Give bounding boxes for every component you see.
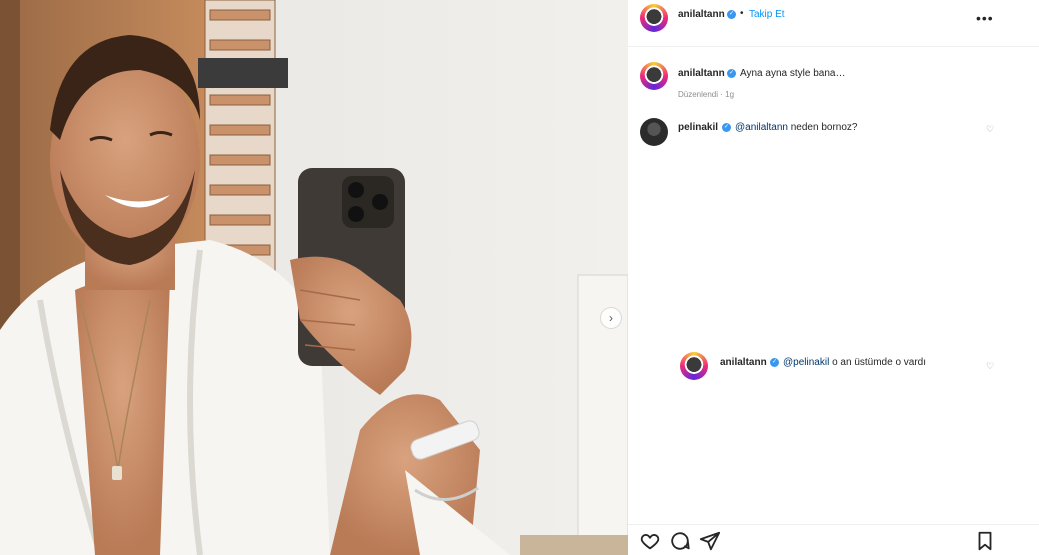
comment-icon[interactable] [669, 530, 691, 552]
share-icon[interactable] [699, 530, 721, 552]
comment-text: @anilaltann neden bornoz? [735, 122, 857, 133]
heart-icon[interactable] [639, 530, 661, 552]
header-separator: • [740, 8, 744, 19]
carousel-next-button[interactable]: › [600, 307, 622, 329]
actions-divider [628, 524, 1039, 525]
caption-avatar[interactable] [640, 62, 668, 90]
verified-badge-icon: ✓ [727, 10, 736, 19]
comment-like-icon[interactable]: ♡ [985, 124, 995, 134]
post-photo[interactable]: › [0, 0, 628, 555]
comment-username[interactable]: pelinakil [678, 122, 718, 133]
header-divider [628, 46, 1039, 47]
author-username[interactable]: anilaltann [678, 9, 725, 20]
commenter-avatar[interactable] [640, 118, 668, 146]
comment-body: neden bornoz? [790, 122, 858, 133]
reply-body: o an üstümde o vardı [832, 357, 927, 368]
reply-like-icon[interactable]: ♡ [985, 361, 995, 371]
reply-verified-icon: ✓ [770, 358, 779, 367]
caption-username[interactable]: anilaltann [678, 68, 725, 79]
reply-text: @pelinakil o an üstümde o vardı [783, 357, 926, 368]
reply-username[interactable]: anilaltann [720, 357, 767, 368]
reply-mention[interactable]: @pelinakil [783, 357, 829, 368]
caption-text: Ayna ayna style bana… [740, 68, 846, 79]
comments-panel: anilaltann ✓ • Takip Et ••• anilaltann ✓… [628, 0, 1039, 555]
author-avatar[interactable] [640, 4, 668, 32]
follow-button[interactable]: Takip Et [749, 9, 785, 20]
comment-verified-icon: ✓ [722, 123, 731, 132]
more-options-icon[interactable]: ••• [976, 10, 994, 26]
mirror-selfie-image [0, 0, 628, 555]
caption-verified-icon: ✓ [727, 69, 736, 78]
caption-meta: Düzenlendi · 1g [678, 90, 735, 99]
comment-mention[interactable]: @anilaltann [735, 122, 788, 133]
bookmark-icon[interactable] [974, 530, 996, 552]
reply-avatar[interactable] [680, 352, 708, 380]
